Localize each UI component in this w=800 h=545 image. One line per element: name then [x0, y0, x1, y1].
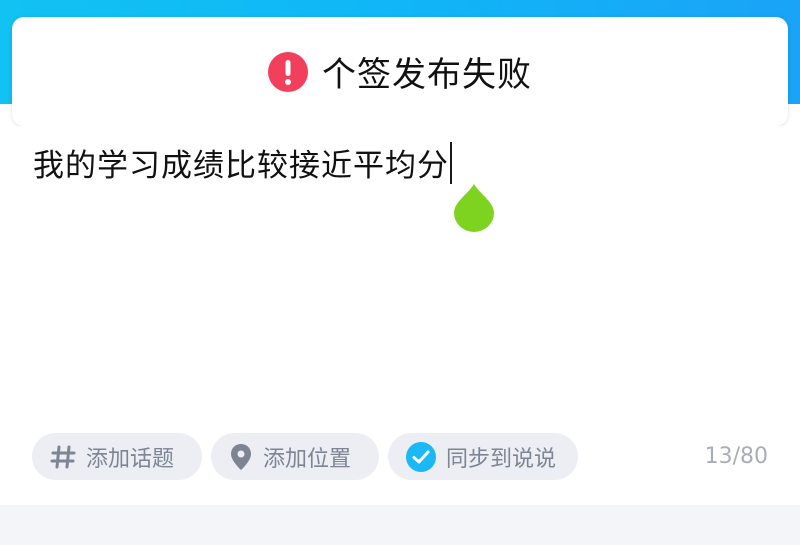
add-topic-label: 添加话题: [86, 446, 175, 472]
cursor-drag-handle[interactable]: [453, 182, 495, 232]
add-topic-button[interactable]: 添加话题: [32, 433, 202, 480]
content-text: 我的学习成绩比较接近平均分: [33, 148, 449, 184]
add-location-label: 添加位置: [263, 446, 352, 472]
location-pin-icon: [229, 443, 253, 471]
error-toast: 个签发布失败: [12, 17, 788, 126]
exclamation-circle-icon: [268, 51, 308, 92]
footer-strip: [0, 505, 800, 545]
action-chips: 添加话题 添加位置 同步到说说: [32, 433, 578, 480]
sync-label: 同步到说说: [446, 446, 557, 472]
toast-message: 个签发布失败: [322, 55, 532, 95]
sync-to-shuoshuo-toggle[interactable]: 同步到说说: [388, 433, 578, 480]
text-cursor: [450, 141, 452, 184]
character-counter: 13/80: [704, 444, 768, 469]
add-location-button[interactable]: 添加位置: [211, 433, 379, 480]
check-circle-icon: [406, 441, 436, 472]
content-text-area[interactable]: 我的学习成绩比较接近平均分: [33, 140, 452, 185]
hash-icon: [50, 444, 76, 470]
signature-editor[interactable]: 我的学习成绩比较接近平均分 添加话题 添加位置 同步到说说 13/80: [0, 126, 800, 505]
